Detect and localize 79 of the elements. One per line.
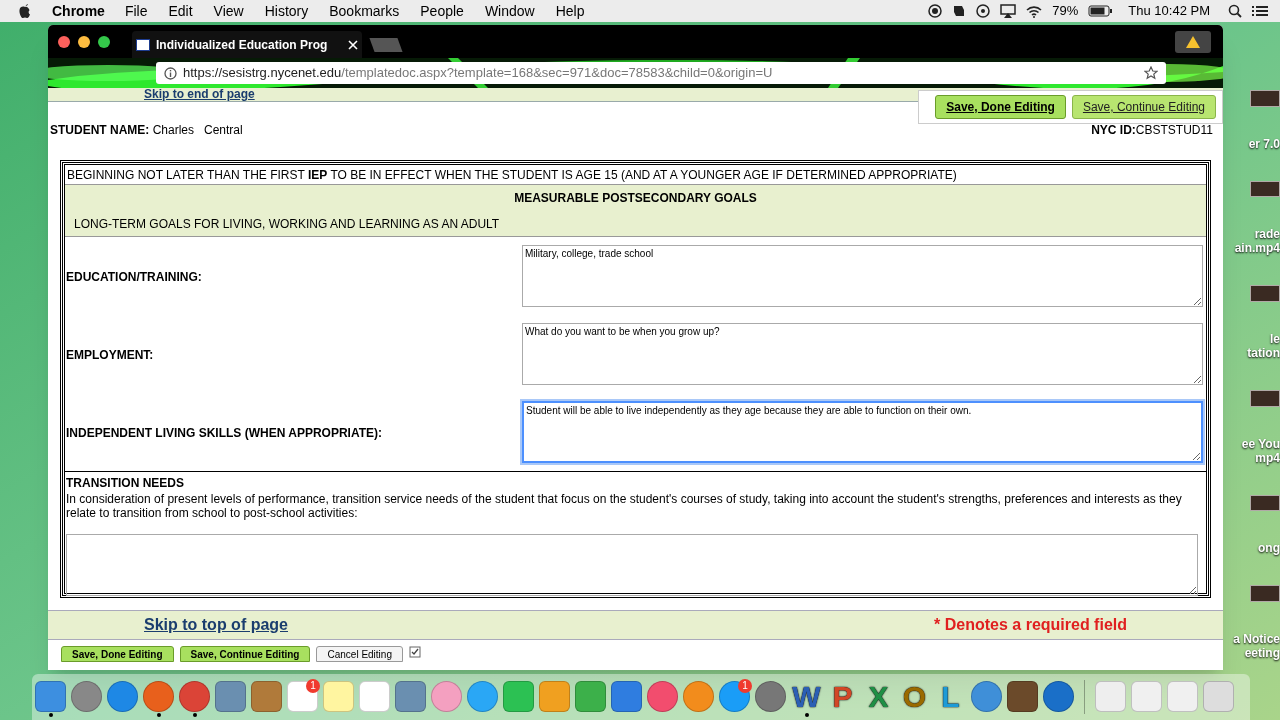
close-tab-icon[interactable] — [348, 39, 358, 50]
dock-app-icon[interactable] — [35, 681, 66, 712]
list-icon[interactable] — [1252, 5, 1268, 17]
menu-item[interactable]: Bookmarks — [329, 0, 400, 22]
app-letter-icon[interactable]: W — [790, 681, 823, 713]
battery-percent: 79% — [1052, 2, 1079, 21]
dock-app-icon[interactable] — [179, 681, 210, 712]
section-subtitle: LONG-TERM GOALS FOR LIVING, WORKING AND LEARNING AS AN ADULT — [73, 216, 501, 233]
menu-item[interactable]: History — [264, 0, 309, 22]
menu-item[interactable]: Window — [484, 0, 535, 22]
dock-app-icon[interactable] — [143, 681, 174, 712]
save-button[interactable]: Save, Done Editing — [935, 95, 1066, 119]
url-text: https://sesistrg.nycenet.edu/templatedoc.aspx?template=168&sec=971&doc=78583&child=0&origin=U — [183, 64, 773, 83]
address-bar[interactable]: https://sesistrg.nycenet.edu/templatedoc.aspx?template=168&sec=971&doc=78583&child=0&origin=U — [156, 62, 1166, 84]
goal-text-area[interactable]: Student will be able to live independently as they age because they are able to function on their own. — [522, 401, 1203, 463]
skip-to-end-link[interactable]: Skip to end of page — [144, 88, 255, 101]
form-button[interactable]: Save, Continue Editing — [179, 646, 311, 662]
section-title: MEASURABLE POSTSECONDARY GOALS — [513, 190, 758, 207]
save-button[interactable]: Save, Continue Editing — [1071, 95, 1216, 119]
student-id: NYC ID:CBSTSTUD11 — [1091, 122, 1213, 139]
file-thumbnail[interactable] — [1250, 90, 1280, 107]
menu-item[interactable]: Help — [555, 0, 585, 22]
profile-warning-icon[interactable] — [1175, 30, 1211, 53]
wifi-icon[interactable] — [1026, 4, 1043, 18]
target-icon[interactable] — [976, 4, 991, 18]
transition-description: In consideration of present levels of performance, transition service needs of the student that focus on the student's courses of study, taking into account the student's strengths, preferences and interests as they relate to transition from school to post-school activities: — [66, 492, 1183, 520]
dock-app-icon[interactable] — [71, 681, 102, 712]
app-menu[interactable]: Chrome — [52, 0, 105, 22]
file-thumbnail[interactable] — [1250, 390, 1280, 407]
goal-text-area[interactable]: What do you want to be when you grow up? — [522, 323, 1203, 385]
dock-app-icon[interactable]: 1 — [719, 681, 750, 712]
file-thumbnail[interactable] — [1250, 494, 1280, 512]
favicon-icon — [136, 38, 150, 51]
dock-app-icon[interactable] — [215, 681, 246, 712]
tab-title: Individualized Education Prog — [156, 36, 328, 54]
notification-badge: 1 — [306, 679, 320, 693]
menu-item[interactable]: File — [124, 0, 148, 22]
file-thumbnail[interactable] — [1250, 180, 1280, 198]
dock-app-icon[interactable]: 1 — [287, 681, 318, 712]
new-tab-button[interactable] — [369, 37, 403, 52]
record-icon[interactable] — [928, 4, 943, 18]
required-field-note: * Denotes a required field — [934, 615, 1127, 635]
dock-app-icon[interactable] — [1007, 681, 1038, 712]
dock-app-icon[interactable] — [755, 681, 786, 712]
dock-app-icon[interactable] — [1043, 681, 1074, 712]
dock-app-icon[interactable] — [971, 681, 1002, 712]
form-button[interactable]: Cancel Editing — [316, 646, 403, 662]
battery-icon[interactable] — [1088, 5, 1113, 17]
file-thumbnail[interactable] — [1250, 585, 1280, 603]
student-name: STUDENT NAME: Charles Central — [50, 122, 243, 139]
field-label: EMPLOYMENT: — [65, 347, 155, 364]
form-button[interactable]: Save, Done Editing — [61, 646, 174, 662]
field-label: EDUCATION/TRAINING: — [65, 269, 203, 286]
file-thumbnail[interactable] — [1250, 285, 1280, 302]
menu-item[interactable]: People — [420, 0, 464, 22]
minimize-window-button[interactable] — [78, 35, 90, 48]
bookmark-star-icon[interactable] — [1144, 66, 1158, 80]
notification-badge: 1 — [738, 679, 752, 693]
transition-title: TRANSITION NEEDS — [66, 475, 185, 492]
dock-app-icon[interactable] — [395, 681, 426, 712]
dock-app-icon[interactable] — [647, 681, 678, 712]
zoom-window-button[interactable] — [98, 35, 110, 48]
search-icon[interactable] — [1228, 4, 1242, 18]
checkmark-icon[interactable] — [408, 646, 421, 658]
browser-tab[interactable]: Individualized Education Prog — [132, 31, 362, 58]
airplay-icon[interactable] — [1000, 4, 1017, 18]
dock-app-icon[interactable] — [107, 681, 138, 712]
apple-menu-icon[interactable] — [18, 3, 32, 19]
close-window-button[interactable] — [58, 35, 70, 48]
field-label: INDEPENDENT LIVING SKILLS (WHEN APPROPRIATE): — [65, 425, 383, 442]
menu-clock[interactable]: Thu 10:42 PM — [1128, 1, 1210, 21]
transition-text-area[interactable] — [66, 534, 1198, 596]
dock-app-icon[interactable] — [251, 681, 282, 712]
goal-text-area[interactable]: Military, college, trade school — [522, 245, 1203, 307]
menu-item[interactable]: Edit — [168, 0, 193, 22]
info-icon[interactable] — [164, 66, 177, 80]
menu-item[interactable]: View — [213, 0, 244, 22]
dock-app-icon[interactable] — [611, 681, 642, 712]
skip-to-top-link[interactable]: Skip to top of page — [144, 613, 288, 637]
